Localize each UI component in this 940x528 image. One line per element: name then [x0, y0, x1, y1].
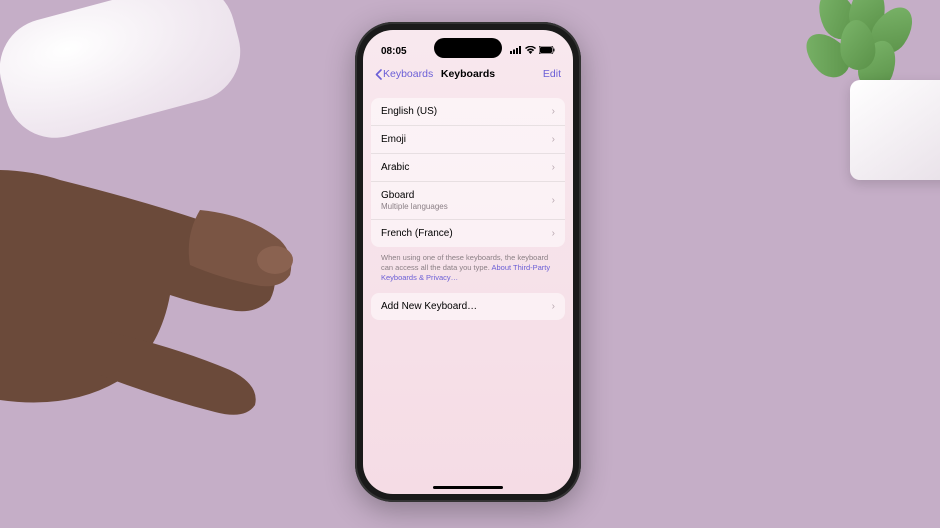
back-label: Keyboards [383, 68, 433, 80]
dynamic-island [434, 38, 502, 58]
keyboard-row-french[interactable]: French (France) › [371, 220, 565, 247]
chevron-right-icon: › [552, 301, 555, 312]
keyboard-label: Arabic [381, 162, 409, 173]
keyboard-row-arabic[interactable]: Arabic › [371, 154, 565, 182]
chevron-right-icon: › [552, 228, 555, 239]
keyboard-label: Emoji [381, 134, 406, 145]
keyboard-label: French (France) [381, 228, 453, 239]
keyboard-row-emoji[interactable]: Emoji › [371, 126, 565, 154]
chevron-right-icon: › [552, 106, 555, 117]
keyboard-label: Gboard [381, 190, 448, 201]
wifi-icon [525, 46, 536, 57]
keyboard-label: English (US) [381, 106, 437, 117]
privacy-footer: When using one of these keyboards, the k… [371, 247, 565, 293]
back-button[interactable]: Keyboards [375, 68, 433, 80]
plant-decoration [780, 0, 940, 180]
battery-icon [539, 46, 555, 57]
page-title: Keyboards [441, 68, 495, 80]
chevron-right-icon: › [552, 162, 555, 173]
content-area: English (US) › Emoji › Arabic › [363, 90, 573, 320]
keyboard-row-gboard[interactable]: Gboard Multiple languages › [371, 182, 565, 220]
phone-screen: 08:05 Keyboards Keyboards Edit [363, 30, 573, 494]
chevron-right-icon: › [552, 134, 555, 145]
edit-button[interactable]: Edit [543, 68, 561, 80]
keyboard-subtitle: Multiple languages [381, 202, 448, 211]
hand [0, 100, 340, 500]
chevron-left-icon [375, 69, 382, 80]
iphone-device: 08:05 Keyboards Keyboards Edit [355, 22, 581, 502]
keyboards-list: English (US) › Emoji › Arabic › [371, 98, 565, 247]
home-indicator[interactable] [433, 486, 503, 489]
navigation-bar: Keyboards Keyboards Edit [363, 62, 573, 90]
chevron-right-icon: › [552, 195, 555, 206]
add-keyboard-button[interactable]: Add New Keyboard… › [371, 293, 565, 320]
add-keyboard-group: Add New Keyboard… › [371, 293, 565, 320]
keyboard-row-english[interactable]: English (US) › [371, 98, 565, 126]
add-keyboard-label: Add New Keyboard… [381, 301, 477, 312]
status-time: 08:05 [381, 46, 407, 57]
cellular-icon [510, 46, 522, 57]
